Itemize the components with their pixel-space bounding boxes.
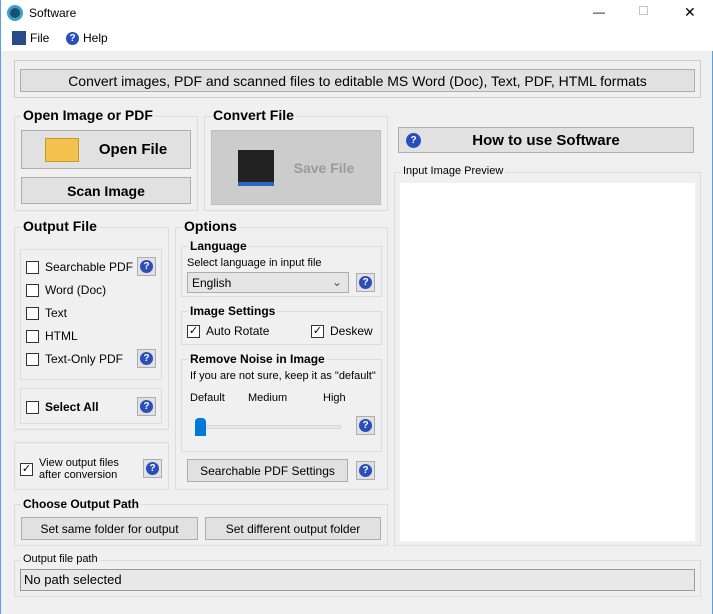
help-pdf-settings[interactable]: ? xyxy=(356,461,375,480)
checkbox-select-all[interactable]: Select All xyxy=(26,400,99,414)
noise-label-default: Default xyxy=(190,392,225,404)
how-to-use-button[interactable]: ? How to use Software xyxy=(398,127,694,153)
menu-file[interactable]: File xyxy=(12,31,49,45)
floppy-disk-icon xyxy=(237,149,274,186)
window-title: Software xyxy=(29,6,77,20)
open-file-button[interactable]: Open File xyxy=(21,130,191,169)
help-searchable-pdf[interactable]: ? xyxy=(137,257,156,276)
help-icon: ? xyxy=(359,419,372,432)
help-language[interactable]: ? xyxy=(356,273,375,292)
help-text-only-pdf[interactable]: ? xyxy=(137,349,156,368)
different-folder-button[interactable]: Set different output folder xyxy=(205,517,381,540)
save-file-button[interactable]: Save File xyxy=(211,130,381,205)
help-noise[interactable]: ? xyxy=(356,416,375,435)
folder-icon xyxy=(44,137,79,162)
noise-label-high: High xyxy=(323,392,346,404)
help-icon: ? xyxy=(140,260,153,273)
searchable-pdf-settings-button[interactable]: Searchable PDF Settings xyxy=(187,459,348,482)
help-icon: ? xyxy=(406,132,421,148)
help-select-all[interactable]: ? xyxy=(137,397,156,416)
scan-image-button[interactable]: Scan Image xyxy=(21,177,191,204)
help-icon: ? xyxy=(359,464,372,477)
noise-slider-thumb[interactable] xyxy=(195,418,206,436)
noise-hint: If you are not sure, keep it as "default… xyxy=(190,370,376,382)
path-field[interactable]: No path selected xyxy=(20,569,695,591)
checkbox-text[interactable]: Text xyxy=(26,306,67,320)
close-button[interactable]: ✕ xyxy=(684,4,696,21)
banner-label: Convert images, PDF and scanned files to… xyxy=(20,69,695,92)
floppy-icon xyxy=(12,31,26,45)
menu-help[interactable]: ? Help xyxy=(66,31,108,45)
app-icon xyxy=(7,5,23,21)
title-bar: Software — ☐ ✕ xyxy=(1,0,713,27)
language-select[interactable]: English ⌄ xyxy=(187,272,349,293)
noise-label-medium: Medium xyxy=(248,392,288,404)
help-icon: ? xyxy=(140,352,153,365)
checkbox-html[interactable]: HTML xyxy=(26,329,78,343)
image-preview xyxy=(400,183,695,541)
help-icon: ? xyxy=(359,276,372,289)
noise-slider-track[interactable] xyxy=(198,425,341,429)
checkbox-auto-rotate[interactable]: ✓ Auto Rotate xyxy=(187,324,269,338)
help-icon: ? xyxy=(66,31,79,45)
menu-bar: File ? Help xyxy=(1,27,713,51)
maximize-button[interactable]: ☐ xyxy=(638,4,649,18)
minimize-button[interactable]: — xyxy=(593,5,605,19)
help-icon: ? xyxy=(146,462,159,475)
same-folder-button[interactable]: Set same folder for output xyxy=(21,517,198,540)
language-hint: Select language in input file xyxy=(187,257,322,269)
checkbox-view-output[interactable]: ✓ View output files after conversion xyxy=(20,457,119,481)
checkbox-text-only-pdf[interactable]: Text-Only PDF xyxy=(26,352,123,366)
help-icon: ? xyxy=(140,400,153,413)
checkbox-searchable-pdf[interactable]: Searchable PDF xyxy=(26,260,133,274)
help-view-output[interactable]: ? xyxy=(143,459,162,478)
chevron-down-icon: ⌄ xyxy=(331,275,342,289)
checkbox-word[interactable]: Word (Doc) xyxy=(26,283,106,297)
checkbox-deskew[interactable]: ✓ Deskew xyxy=(311,324,373,338)
